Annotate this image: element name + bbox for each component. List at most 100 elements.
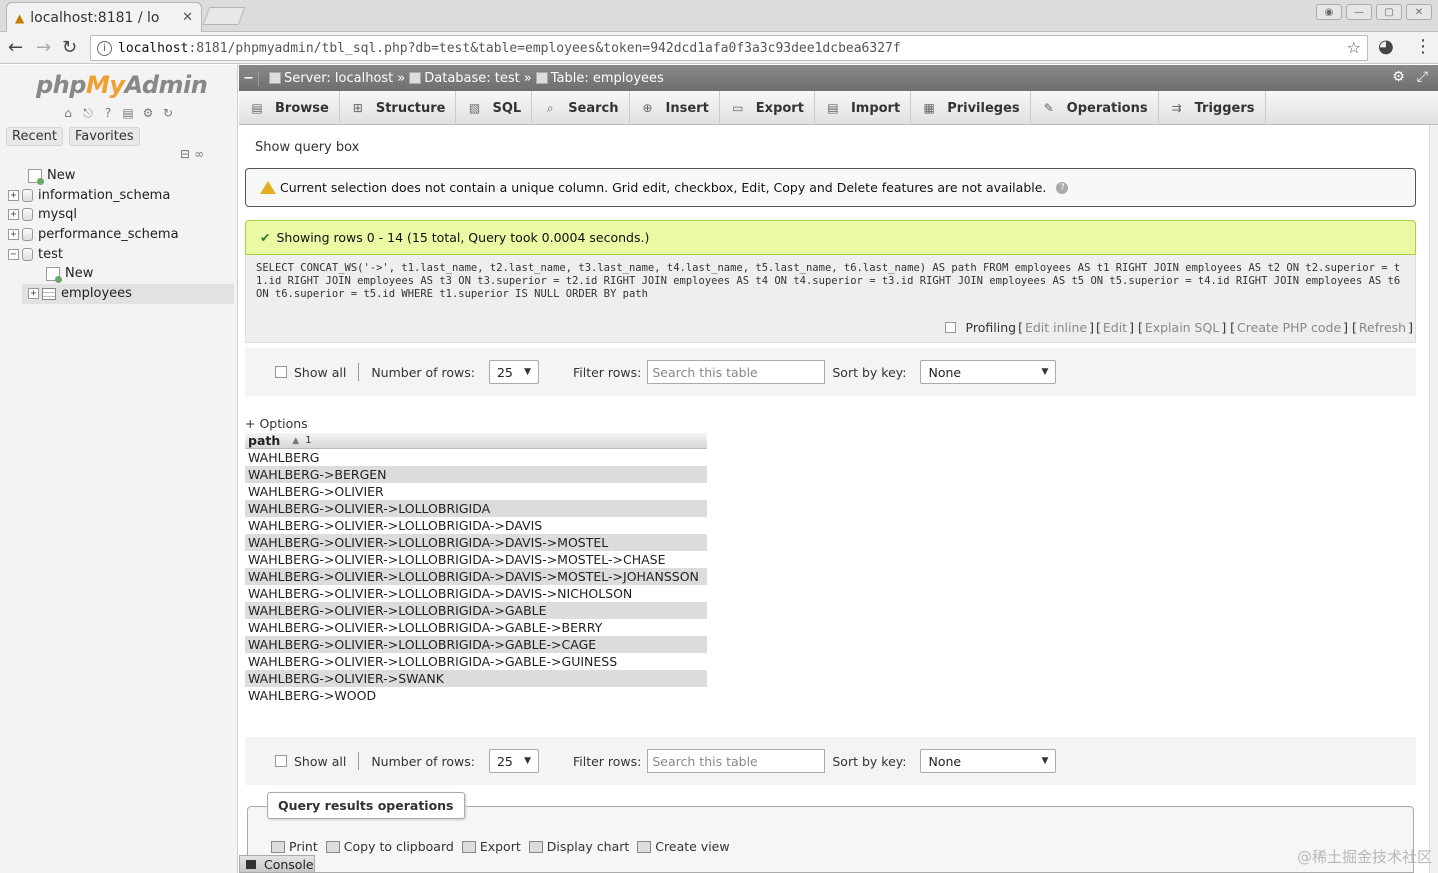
tree-item-new-table[interactable]: New [46, 266, 93, 283]
explain-sql-link[interactable]: Explain SQL [1145, 320, 1219, 335]
maximize-icon[interactable]: ▢ [1376, 4, 1402, 20]
navigation-panel: phpMyAdmin ⌂ ⎋ ? ▤ ⚙ ↻ Recent Favorites … [0, 65, 238, 873]
wrench-icon: ✎ [1043, 101, 1054, 115]
sort-by-key-select[interactable]: None ▼ [920, 360, 1057, 384]
help-icon[interactable]: ? [100, 105, 116, 121]
extension-icon[interactable]: ◕ [1378, 36, 1394, 57]
nav-icon-bar: ⌂ ⎋ ? ▤ ⚙ ↻ [60, 105, 176, 121]
export-link[interactable]: Export [461, 839, 521, 854]
tree-item-information-schema[interactable]: + information_schema [8, 188, 170, 203]
collapse-nav-button[interactable]: − [239, 70, 259, 86]
expand-icon[interactable]: + [8, 190, 19, 201]
tab-browse[interactable]: ▤ Browse [239, 91, 340, 125]
bookmark-star-icon[interactable]: ☆ [1347, 38, 1361, 57]
tab-import[interactable]: ▤ Import [815, 91, 912, 125]
tab-export[interactable]: ▭ Export [720, 91, 815, 125]
show-all-checkbox[interactable] [275, 366, 287, 378]
settings-gear-icon[interactable]: ⚙ [140, 105, 156, 121]
minimize-icon[interactable]: — [1346, 4, 1372, 20]
tab-search[interactable]: ⌕ Search [532, 91, 630, 125]
back-arrow-icon[interactable]: ← [8, 37, 23, 58]
table-row: WAHLBERG->OLIVIER->LOLLOBRIGIDA->DAVIS->… [245, 534, 707, 551]
tab-triggers[interactable]: ⇉ Triggers [1159, 91, 1266, 125]
breadcrumb-table[interactable]: Table: employees [535, 71, 664, 86]
tab-sql[interactable]: ▧ SQL [456, 91, 533, 125]
edit-inline-link[interactable]: Edit inline [1025, 320, 1087, 335]
expand-icon[interactable]: + [28, 288, 39, 299]
site-info-icon[interactable]: i [97, 40, 112, 56]
breadcrumb-server[interactable]: Server: localhost [269, 71, 393, 86]
filter-rows-label: Filter rows: [572, 753, 642, 769]
refresh-link[interactable]: Refresh [1359, 320, 1406, 335]
reload-nav-icon[interactable]: ↻ [160, 105, 176, 121]
browser-tab-title: localhost:8181 / lo [30, 9, 160, 26]
home-icon[interactable]: ⌂ [60, 105, 76, 121]
forward-arrow-icon[interactable]: → [36, 37, 51, 58]
tree-item-new-database[interactable]: New [28, 168, 75, 185]
recent-button[interactable]: Recent [6, 127, 63, 146]
sort-by-key-select[interactable]: None ▼ [920, 749, 1057, 773]
table-row: WAHLBERG->OLIVIER->SWANK [245, 670, 707, 687]
close-tab-icon[interactable]: ✕ [182, 10, 193, 25]
docs-icon[interactable]: ▤ [120, 105, 136, 121]
browser-tab[interactable]: ▲ localhost:8181 / lo ✕ [6, 2, 202, 32]
link-icon[interactable]: ∞ [194, 147, 204, 161]
display-chart-link[interactable]: Display chart [528, 839, 629, 854]
tab-structure[interactable]: ⊞ Structure [340, 91, 457, 125]
filter-rows-input[interactable]: Search this table [647, 360, 826, 384]
show-all-checkbox[interactable] [275, 755, 287, 767]
view-icon [637, 840, 652, 853]
results-table: path ▲ 1 WAHLBERG WAHLBERG->BERGEN WAHLB… [245, 433, 707, 704]
tree-item-test[interactable]: − test [8, 247, 63, 262]
number-of-rows-select[interactable]: 25 ▼ [488, 360, 539, 384]
tree-item-performance-schema[interactable]: + performance_schema [8, 227, 179, 242]
options-toggle[interactable]: + Options [245, 416, 308, 431]
page-settings-gear-icon[interactable]: ⚙ [1392, 69, 1405, 85]
close-window-icon[interactable]: ✕ [1406, 4, 1432, 20]
url-host: localhost [118, 40, 189, 56]
expand-icon[interactable]: + [8, 209, 19, 220]
table-row: WAHLBERG->OLIVIER->LOLLOBRIGIDA->GABLE [245, 602, 707, 619]
profile-icon[interactable]: ◉ [1316, 4, 1342, 20]
tab-operations[interactable]: ✎ Operations [1031, 91, 1159, 125]
expand-icon[interactable]: + [8, 229, 19, 240]
browse-icon: ▤ [251, 101, 263, 115]
create-php-code-link[interactable]: Create PHP code [1237, 320, 1341, 335]
copy-to-clipboard-link[interactable]: Copy to clipboard [325, 839, 454, 854]
table-row: WAHLBERG->OLIVIER->LOLLOBRIGIDA->GABLE->… [248, 620, 603, 635]
number-of-rows-select[interactable]: 25 ▼ [488, 749, 539, 773]
collapse-top-icon[interactable]: ⤢ [1417, 69, 1428, 85]
reload-icon[interactable]: ↻ [62, 37, 77, 58]
main-panel: − Server: localhost » Database: test » T… [239, 65, 1438, 873]
print-link[interactable]: Print [271, 839, 318, 854]
tree-item-label: test [38, 247, 63, 262]
help-icon[interactable]: ? [1056, 181, 1069, 194]
filter-rows-label: Filter rows: [572, 364, 642, 380]
tree-item-mysql[interactable]: + mysql [8, 207, 77, 222]
collapse-icon[interactable]: − [8, 249, 19, 260]
vertical-scrollbar[interactable] [1429, 125, 1438, 873]
export-icon [461, 840, 476, 853]
show-query-box-link[interactable]: Show query box [255, 140, 359, 155]
menu-kebab-icon[interactable]: ⋮ [1414, 36, 1432, 57]
profiling-label: Profiling [965, 320, 1017, 335]
edit-link[interactable]: Edit [1103, 320, 1127, 335]
phpmyadmin-logo[interactable]: phpMyAdmin [36, 71, 208, 99]
breadcrumb: − Server: localhost » Database: test » T… [239, 65, 1438, 91]
new-tab-button[interactable] [202, 7, 246, 25]
table-row: WAHLBERG->OLIVIER->LOLLOBRIGIDA->GABLE->… [248, 654, 618, 669]
breadcrumb-database[interactable]: Database: test [409, 71, 520, 86]
tab-privileges[interactable]: ▦ Privileges [911, 91, 1031, 125]
collapse-all-icon[interactable]: ⊟ [180, 147, 190, 161]
filter-rows-input[interactable]: Search this table [647, 749, 826, 773]
tab-insert[interactable]: ⊕ Insert [630, 91, 720, 125]
favorites-button[interactable]: Favorites [68, 127, 140, 146]
create-view-link[interactable]: Create view [637, 839, 730, 854]
logout-icon[interactable]: ⎋ [80, 105, 96, 121]
results-header-path[interactable]: path ▲ 1 [245, 433, 707, 449]
profiling-checkbox[interactable] [944, 322, 956, 333]
address-bar[interactable]: i localhost:8181/phpmyadmin/tbl_sql.php?… [90, 35, 1368, 61]
table-row: WAHLBERG->OLIVIER->LOLLOBRIGIDA->DAVIS->… [245, 568, 707, 585]
console-toggle[interactable]: Console [239, 855, 315, 873]
tree-item-employees[interactable]: + employees [28, 286, 132, 301]
